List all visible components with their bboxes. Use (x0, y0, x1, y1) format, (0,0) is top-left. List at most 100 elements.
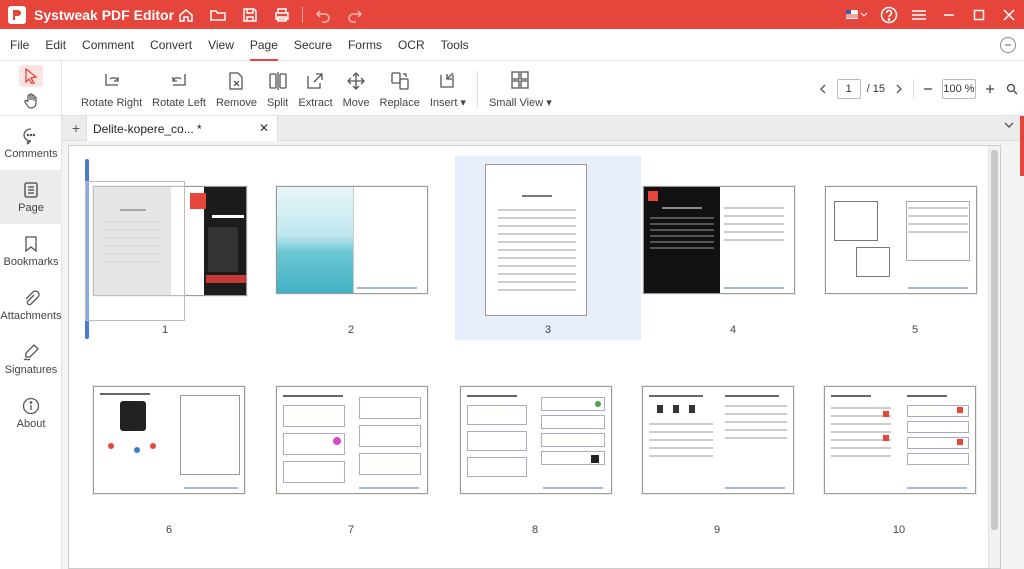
page-number: 3 (544, 324, 552, 336)
new-tab-button[interactable]: + (68, 120, 84, 136)
document-tab-bar: + Delite-kopere_co... * ✕ (62, 116, 1024, 141)
vertical-scrollbar[interactable] (988, 146, 1000, 568)
minimize-icon[interactable] (934, 0, 964, 29)
zoom-out-icon[interactable] (920, 84, 936, 94)
print-icon[interactable] (266, 0, 298, 29)
page-thumbnail-grid: 1 2 3 4 5 6 7 8 9 10 (68, 145, 1001, 569)
document-tab[interactable]: Delite-kopere_co... * ✕ (86, 116, 278, 141)
remove-page-icon (226, 69, 246, 93)
page-thumbnail-2[interactable]: 2 (261, 154, 441, 336)
flag-icon[interactable] (840, 0, 874, 29)
page-thumbnail-4[interactable]: 4 (643, 154, 823, 336)
maximize-icon[interactable] (964, 0, 994, 29)
menu-ocr[interactable]: OCR (390, 29, 433, 61)
page-thumbnail-10[interactable]: 10 (809, 354, 989, 536)
redo-icon[interactable] (339, 0, 371, 29)
page-number: 7 (347, 524, 355, 536)
page-thumbnail-1[interactable]: 1 (75, 154, 255, 339)
move-label: Move (342, 96, 370, 109)
select-cursor-icon[interactable] (18, 64, 43, 87)
page-thumbnail-5[interactable]: 5 (825, 154, 1000, 336)
page-preview (460, 386, 612, 494)
menu-page[interactable]: Page (242, 29, 286, 61)
collapse-ribbon-icon[interactable] (1000, 37, 1016, 53)
sidebar-item-signatures[interactable]: Signatures (0, 332, 62, 386)
menu-tools[interactable]: Tools (433, 29, 477, 61)
menu-file[interactable]: File (2, 29, 37, 61)
page-preview (93, 386, 245, 494)
sidebar-item-page[interactable]: Page (0, 170, 62, 224)
extract-button[interactable]: Extract (293, 61, 337, 116)
menu-secure[interactable]: Secure (286, 29, 340, 61)
menu-comment[interactable]: Comment (74, 29, 142, 61)
page-number: 10 (892, 524, 906, 536)
close-tab-icon[interactable]: ✕ (259, 121, 269, 135)
grid-view-icon (510, 68, 530, 92)
info-icon (22, 397, 40, 414)
close-icon[interactable] (994, 0, 1024, 29)
move-icon (346, 69, 366, 93)
sidebar-label-signatures: Signatures (4, 363, 58, 376)
sidebar-label-page: Page (18, 201, 44, 214)
small-view-label: Small View ▾ (488, 97, 552, 109)
page-number: 4 (729, 324, 737, 336)
next-page-icon[interactable] (891, 84, 907, 94)
replace-label: Replace (379, 96, 420, 109)
search-icon[interactable] (1004, 83, 1020, 95)
page-number: 8 (531, 524, 539, 536)
toolbar-divider (476, 70, 478, 107)
rotate-right-button[interactable]: Rotate Right (76, 61, 147, 116)
help-icon[interactable] (874, 0, 904, 29)
app-title: Systweak PDF Editor (34, 6, 175, 23)
page-number: 2 (347, 324, 355, 336)
sidebar-item-comments[interactable]: Comments (0, 116, 62, 170)
replace-icon (390, 69, 410, 93)
split-label: Split (266, 96, 289, 109)
menu-forms[interactable]: Forms (340, 29, 390, 61)
bookmark-icon (25, 235, 37, 252)
folder-icon[interactable] (202, 0, 234, 29)
replace-button[interactable]: Replace (375, 61, 425, 116)
page-thumbnail-6[interactable]: 6 (79, 354, 259, 536)
insert-icon (438, 68, 458, 92)
page-thumbnail-7[interactable]: 7 (261, 354, 441, 536)
menu-view[interactable]: View (200, 29, 242, 61)
rotate-left-label: Rotate Left (152, 96, 206, 109)
hamburger-icon[interactable] (904, 0, 934, 29)
prev-page-icon[interactable] (815, 84, 831, 94)
page-number-input[interactable]: 1 (836, 78, 861, 99)
page-number: 6 (165, 524, 173, 536)
tabs-dropdown-icon[interactable] (1004, 121, 1014, 132)
remove-button[interactable]: Remove (211, 61, 262, 116)
paperclip-icon (25, 289, 40, 305)
app-logo-icon (8, 5, 26, 24)
page-number: 1 (161, 324, 169, 336)
small-view-button[interactable]: Small View ▾ (484, 61, 557, 116)
insert-button[interactable]: Insert ▾ (425, 61, 471, 116)
home-icon[interactable] (170, 0, 202, 29)
undo-icon[interactable] (307, 0, 339, 29)
extract-label: Extract (298, 96, 333, 109)
hand-tool-icon[interactable] (19, 90, 43, 112)
menu-convert[interactable]: Convert (142, 29, 200, 61)
page-thumbnail-3[interactable]: 3 (455, 156, 641, 340)
page-preview (485, 164, 587, 316)
split-button[interactable]: Split (262, 61, 293, 116)
menu-edit[interactable]: Edit (37, 29, 74, 61)
dragged-page-ghost (85, 181, 185, 321)
save-icon[interactable] (234, 0, 266, 29)
sidebar-item-bookmarks[interactable]: Bookmarks (0, 224, 62, 278)
divider (302, 6, 303, 23)
page-thumbnail-9[interactable]: 9 (627, 354, 807, 536)
sidebar-label-bookmarks: Bookmarks (3, 255, 59, 268)
zoom-in-icon[interactable] (982, 84, 998, 94)
rotate-left-button[interactable]: Rotate Left (147, 61, 211, 116)
sidebar-item-about[interactable]: About (0, 386, 62, 440)
signature-pen-icon (23, 343, 39, 361)
sidebar-label-attachments: Attachments (0, 309, 62, 322)
zoom-level-input[interactable]: 100 % (942, 78, 976, 99)
page-thumbnail-8[interactable]: 8 (445, 354, 625, 536)
move-button[interactable]: Move (338, 61, 375, 116)
sidebar-item-attachments[interactable]: Attachments (0, 278, 62, 332)
scrollbar-thumb[interactable] (991, 150, 998, 530)
